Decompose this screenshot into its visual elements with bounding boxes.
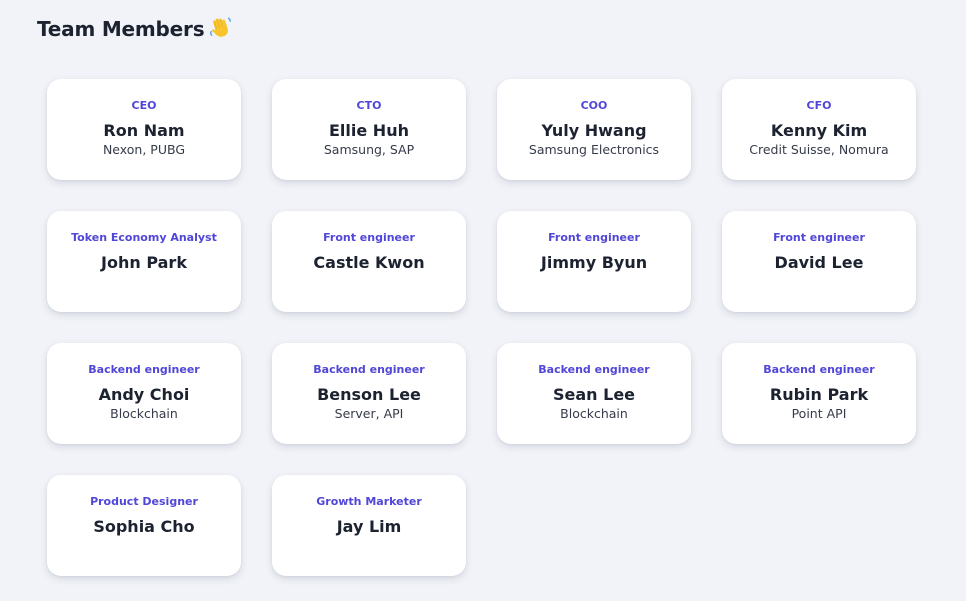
page-title: Team Members (37, 17, 232, 41)
member-role: Backend engineer (763, 363, 875, 376)
member-name: Benson Lee (317, 385, 421, 404)
member-card-front-engineer[interactable]: Front engineer Castle Kwon (272, 211, 466, 312)
member-background: Credit Suisse, Nomura (749, 142, 889, 157)
member-role: Backend engineer (88, 363, 200, 376)
member-card-cto[interactable]: CTO Ellie Huh Samsung, SAP (272, 79, 466, 180)
member-card-front-engineer[interactable]: Front engineer David Lee (722, 211, 916, 312)
member-background: Blockchain (110, 406, 178, 421)
member-background: Nexon, PUBG (102, 142, 186, 157)
member-name: John Park (101, 253, 187, 272)
member-role: Growth Marketer (316, 495, 422, 508)
member-card-growth-marketer[interactable]: Growth Marketer Jay Lim (272, 475, 466, 576)
member-role: Token Economy Analyst (71, 231, 217, 244)
team-grid: CEO Ron Nam Nexon, PUBG CTO Ellie Huh Sa… (47, 79, 916, 576)
member-card-backend-engineer[interactable]: Backend engineer Rubin Park Point API (722, 343, 916, 444)
member-card-token-economy-analyst[interactable]: Token Economy Analyst John Park (47, 211, 241, 312)
member-card-coo[interactable]: COO Yuly Hwang Samsung Electronics (497, 79, 691, 180)
member-card-ceo[interactable]: CEO Ron Nam Nexon, PUBG (47, 79, 241, 180)
member-background: Samsung Electronics (528, 142, 660, 157)
member-name: David Lee (774, 253, 864, 272)
member-name: Rubin Park (769, 385, 869, 404)
member-name: Jimmy Byun (540, 253, 648, 272)
member-name: Jay Lim (336, 517, 402, 536)
member-name: Sean Lee (552, 385, 636, 404)
member-name: Kenny Kim (770, 121, 868, 140)
member-card-product-designer[interactable]: Product Designer Sophia Cho (47, 475, 241, 576)
member-role: Front engineer (773, 231, 865, 244)
member-name: Andy Choi (98, 385, 190, 404)
member-name: Sophia Cho (93, 517, 195, 536)
member-card-backend-engineer[interactable]: Backend engineer Andy Choi Blockchain (47, 343, 241, 444)
member-role: CEO (131, 99, 157, 112)
member-role: Product Designer (90, 495, 198, 508)
member-name: Ron Nam (103, 121, 185, 140)
member-role: CFO (806, 99, 832, 112)
member-role: COO (580, 99, 608, 112)
member-role: Backend engineer (538, 363, 650, 376)
member-background: Blockchain (560, 406, 628, 421)
member-card-front-engineer[interactable]: Front engineer Jimmy Byun (497, 211, 691, 312)
member-background: Point API (791, 406, 847, 421)
member-name: Castle Kwon (313, 253, 425, 272)
member-name: Yuly Hwang (541, 121, 647, 140)
member-role: Backend engineer (313, 363, 425, 376)
member-role: Front engineer (548, 231, 640, 244)
member-card-backend-engineer[interactable]: Backend engineer Benson Lee Server, API (272, 343, 466, 444)
member-background: Samsung, SAP (323, 142, 415, 157)
page-title-text: Team Members (37, 17, 205, 41)
member-name: Ellie Huh (329, 121, 409, 140)
member-background: Server, API (334, 406, 404, 421)
member-card-backend-engineer[interactable]: Backend engineer Sean Lee Blockchain (497, 343, 691, 444)
waving-hand-icon (208, 15, 232, 39)
member-card-cfo[interactable]: CFO Kenny Kim Credit Suisse, Nomura (722, 79, 916, 180)
member-role: Front engineer (323, 231, 415, 244)
member-role: CTO (356, 99, 382, 112)
